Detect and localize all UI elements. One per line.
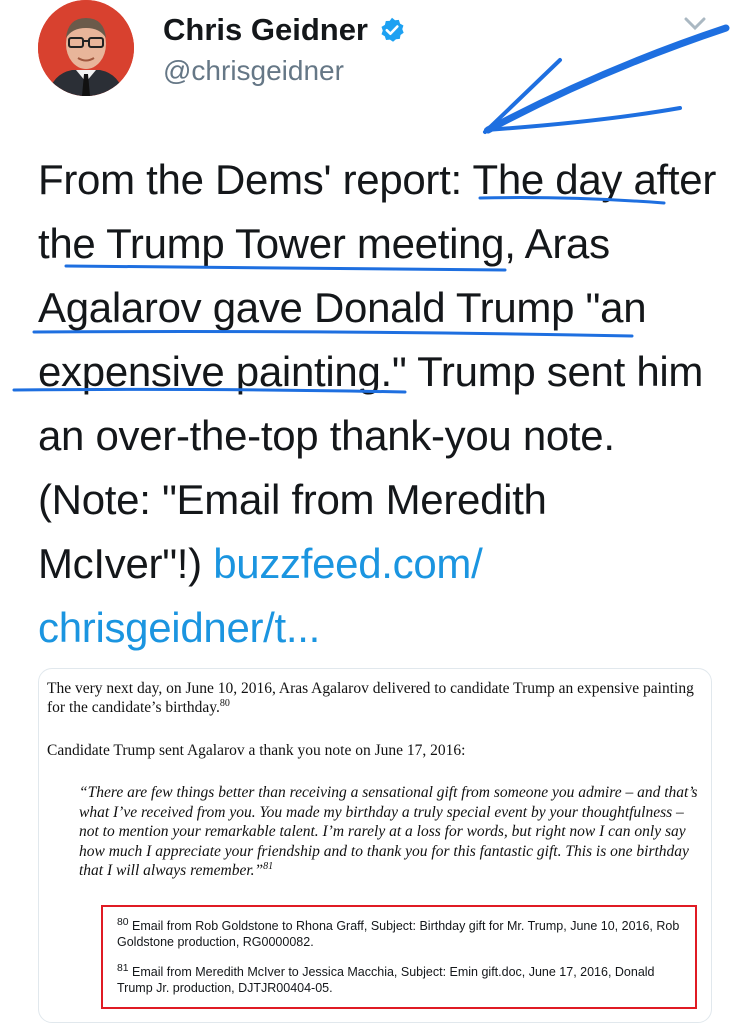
- chevron-down-icon[interactable]: [684, 16, 706, 32]
- tweet-line: From the Dems' report: The day after: [38, 156, 717, 203]
- tweet-link-continued[interactable]: chrisgeidner/t...: [38, 596, 738, 660]
- footnote-ref: 80: [219, 697, 230, 709]
- verified-badge-icon: [381, 17, 404, 42]
- avatar[interactable]: [38, 0, 134, 96]
- tweet-line: an over-the-top thank-you note.: [38, 412, 615, 459]
- avatar-image: [38, 0, 134, 96]
- tweet-link[interactable]: buzzfeed.com/: [213, 540, 483, 587]
- tweet-line-with-link: McIver"!) buzzfeed.com/: [38, 532, 738, 596]
- footnote: 80 Email from Rob Goldstone to Rhona Gra…: [117, 917, 680, 950]
- tweet-line: expensive painting." Trump sent him: [38, 348, 704, 395]
- document-paragraph: Candidate Trump sent Agalarov a thank yo…: [47, 742, 466, 759]
- author-name[interactable]: Chris Geidner: [163, 12, 368, 48]
- document-quote: “There are few things better than receiv…: [79, 784, 698, 879]
- author-handle[interactable]: @chrisgeidner: [163, 55, 344, 87]
- attached-image[interactable]: The very next day, on June 10, 2016, Ara…: [38, 668, 712, 1023]
- tweet-line: McIver"!): [38, 540, 214, 587]
- footnotes-highlight-box: 80 Email from Rob Goldstone to Rhona Gra…: [101, 905, 697, 1009]
- tweet-line: (Note: "Email from Meredith: [38, 476, 547, 523]
- author-name-row[interactable]: Chris Geidner: [163, 12, 406, 48]
- tweet-line: the Trump Tower meeting, Aras: [38, 220, 610, 267]
- document-paragraph: The very next day, on June 10, 2016, Ara…: [47, 680, 694, 716]
- tweet-line: Agalarov gave Donald Trump "an: [38, 284, 647, 331]
- tweet-text: From the Dems' report: The day after the…: [38, 148, 738, 660]
- footnote-ref: 81: [263, 860, 274, 872]
- footnote: 81 Email from Meredith McIver to Jessica…: [117, 963, 655, 996]
